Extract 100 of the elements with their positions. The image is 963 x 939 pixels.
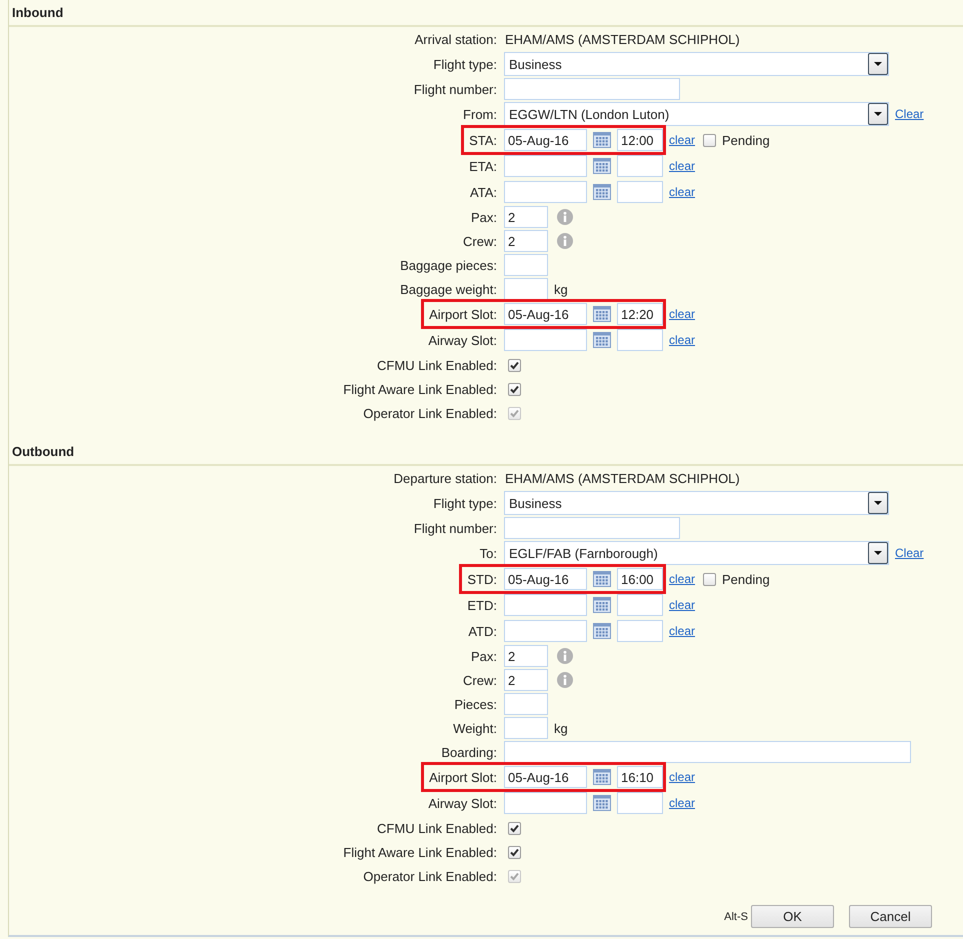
dropdown[interactable]: EGGW/LTN (London Luton)	[504, 102, 889, 126]
field-label: CFMU Link Enabled:	[377, 820, 497, 836]
checkbox-label: Pending	[722, 132, 770, 148]
clear-link[interactable]: clear	[669, 307, 696, 321]
date-field[interactable]	[504, 155, 587, 177]
field-label: Airport Slot:	[429, 770, 497, 784]
field-label: Flight Aware Link Enabled:	[343, 844, 497, 860]
clear-link[interactable]: clear	[669, 624, 696, 638]
caret-icon	[874, 62, 882, 66]
clear-link[interactable]: clear	[669, 185, 696, 199]
clear-link[interactable]: clear	[669, 572, 696, 586]
checkbox[interactable]	[703, 134, 716, 146]
calendar-icon[interactable]	[593, 184, 611, 200]
input-field[interactable]: 2	[504, 230, 548, 252]
dialog-button[interactable]: Cancel	[849, 905, 932, 928]
time-field[interactable]: 12:00	[617, 129, 663, 151]
input-field[interactable]: 2	[504, 669, 548, 691]
field-label: Weight:	[453, 720, 497, 736]
field-label: Pax:	[470, 210, 497, 224]
field-label: Baggage weight:	[400, 282, 497, 296]
date-field[interactable]	[504, 181, 587, 203]
time-field[interactable]	[617, 181, 663, 203]
dropdown[interactable]: Business	[504, 52, 889, 76]
input-field[interactable]: 2	[504, 206, 548, 228]
calendar-icon[interactable]	[593, 623, 611, 639]
section-header: Inbound	[9, 0, 963, 27]
checkbox[interactable]	[508, 382, 521, 396]
clear-link[interactable]: clear	[669, 598, 696, 612]
field-label: Operator Link Enabled:	[363, 406, 497, 420]
input-field[interactable]	[504, 78, 680, 100]
checkbox[interactable]	[703, 572, 716, 586]
input-field[interactable]	[504, 278, 548, 300]
field-label: Crew:	[463, 234, 497, 248]
clear-link[interactable]: clear	[669, 796, 696, 810]
field-label: Airport Slot:	[429, 306, 497, 322]
time-field[interactable]	[617, 620, 663, 642]
calendar-icon[interactable]	[593, 571, 611, 587]
calendar-icon[interactable]	[593, 795, 611, 811]
field-label: Flight number:	[414, 520, 497, 536]
dropdown[interactable]: EGLF/FAB (Farnborough)	[504, 541, 889, 565]
time-field[interactable]: 16:10	[617, 766, 663, 788]
dropdown[interactable]: Business	[504, 491, 889, 515]
field-value: EHAM/AMS (AMSTERDAM SCHIPHOL)	[504, 32, 740, 46]
checkbox[interactable]	[508, 846, 521, 858]
clear-link[interactable]: Clear	[895, 107, 924, 121]
field-label: Airway Slot:	[428, 332, 497, 348]
time-field[interactable]	[617, 329, 663, 351]
field-label: Pieces:	[454, 696, 497, 712]
calendar-icon[interactable]	[593, 332, 611, 348]
clear-link[interactable]: clear	[669, 133, 696, 147]
field-label: Arrival station:	[414, 32, 497, 46]
calendar-icon[interactable]	[593, 306, 611, 322]
date-field[interactable]: 05-Aug-16	[504, 568, 587, 590]
input-field[interactable]	[504, 517, 680, 539]
caret-icon	[874, 551, 882, 555]
date-field[interactable]	[504, 792, 587, 814]
field-label: Operator Link Enabled:	[363, 868, 497, 884]
calendar-icon[interactable]	[593, 158, 611, 174]
field-label: STD:	[467, 572, 497, 586]
input-field[interactable]	[504, 693, 548, 715]
input-field[interactable]	[504, 717, 548, 739]
field-label: To:	[480, 546, 497, 560]
clear-link[interactable]: clear	[669, 770, 696, 784]
date-field[interactable]	[504, 329, 587, 351]
caret-icon	[874, 501, 882, 505]
time-field[interactable]	[617, 155, 663, 177]
field-label: Flight Aware Link Enabled:	[343, 382, 497, 396]
field-label: Flight type:	[433, 496, 497, 510]
calendar-icon[interactable]	[593, 769, 611, 785]
date-field[interactable]: 05-Aug-16	[504, 129, 587, 151]
clear-link[interactable]: clear	[669, 159, 696, 173]
field-label: Airway Slot:	[428, 796, 497, 810]
time-field[interactable]: 12:20	[617, 303, 663, 325]
date-field[interactable]	[504, 594, 587, 616]
date-field[interactable]	[504, 620, 587, 642]
time-field[interactable]	[617, 594, 663, 616]
field-label: Pax:	[470, 648, 497, 664]
input-field[interactable]	[504, 741, 911, 763]
time-field[interactable]: 16:00	[617, 568, 663, 590]
field-value: EHAM/AMS (AMSTERDAM SCHIPHOL)	[504, 470, 740, 486]
checkbox[interactable]	[508, 822, 521, 834]
field-label: ETD:	[467, 598, 497, 612]
dialog-button[interactable]: OK	[751, 905, 834, 928]
date-field[interactable]: 05-Aug-16	[504, 766, 587, 788]
input-field[interactable]: 2	[504, 645, 548, 667]
calendar-icon[interactable]	[593, 597, 611, 613]
field-label: Boarding:	[441, 744, 497, 760]
shortcut-hint: Alt-S	[724, 910, 748, 922]
field-label: STA:	[469, 132, 497, 148]
input-field[interactable]	[504, 254, 548, 276]
calendar-icon[interactable]	[593, 132, 611, 148]
time-field[interactable]	[617, 792, 663, 814]
caret-icon	[874, 112, 882, 116]
checkbox[interactable]	[508, 358, 521, 372]
field-label: ETA:	[469, 158, 497, 174]
clear-link[interactable]: clear	[669, 333, 696, 347]
field-label: ATA:	[470, 184, 497, 200]
field-label: ATD:	[468, 624, 497, 638]
date-field[interactable]: 05-Aug-16	[504, 303, 587, 325]
clear-link[interactable]: Clear	[895, 546, 924, 560]
